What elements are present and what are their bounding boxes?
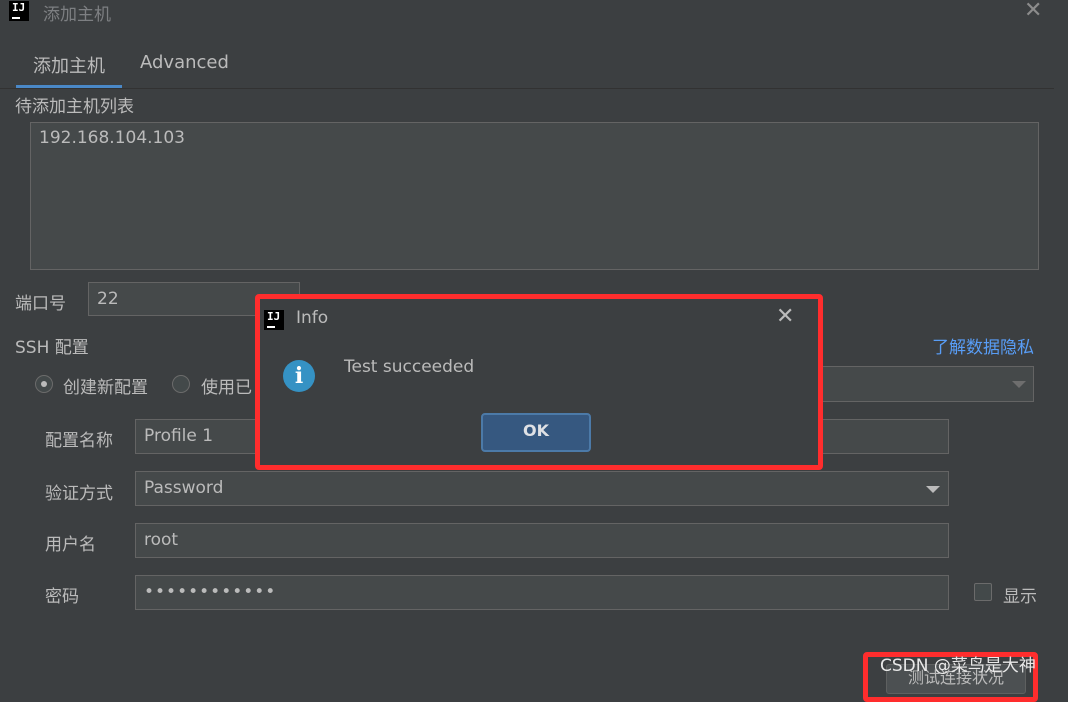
port-label: 端口号: [15, 294, 66, 314]
port-value: 22: [97, 289, 119, 309]
auth-combo[interactable]: Password: [135, 471, 949, 506]
app-logo-icon: IJ: [9, 1, 29, 21]
close-icon[interactable]: ✕: [1024, 0, 1042, 23]
dialog-highlight: [255, 294, 823, 470]
ssh-config-label: SSH 配置: [15, 338, 89, 358]
auth-label: 验证方式: [45, 484, 113, 504]
hosts-label: 待添加主机列表: [15, 97, 134, 117]
radio-new-config-label: 创建新配置: [63, 378, 148, 398]
privacy-link[interactable]: 了解数据隐私: [932, 333, 1034, 358]
tab-separator: [0, 88, 1054, 89]
username-label: 用户名: [45, 535, 96, 555]
show-password-label: 显示: [1003, 587, 1037, 607]
auth-value: Password: [144, 478, 224, 498]
show-password-checkbox[interactable]: [974, 583, 992, 601]
auth-chevron-down-icon: [926, 486, 940, 493]
profile-value: Profile 1: [144, 426, 214, 446]
watermark: CSDN @菜鸟是大神: [880, 656, 1036, 676]
window-title: 添加主机: [43, 5, 111, 25]
radio-new-config[interactable]: [35, 375, 53, 393]
password-value: ••••••••••••: [144, 582, 277, 602]
existing-config-chevron-down-icon: [1012, 381, 1026, 388]
password-field[interactable]: ••••••••••••: [135, 575, 949, 610]
username-field[interactable]: root: [135, 523, 949, 558]
username-value: root: [144, 530, 179, 550]
hosts-textarea[interactable]: 192.168.104.103: [30, 122, 1039, 270]
password-label: 密码: [45, 587, 79, 607]
tab-add-host[interactable]: 添加主机: [33, 52, 105, 78]
radio-existing-config[interactable]: [172, 375, 190, 393]
tab-advanced[interactable]: Advanced: [140, 52, 229, 73]
radio-existing-config-label: 使用已: [201, 378, 252, 398]
profile-label: 配置名称: [45, 431, 113, 451]
hosts-value: 192.168.104.103: [39, 128, 186, 148]
existing-config-combo[interactable]: [812, 366, 1034, 402]
